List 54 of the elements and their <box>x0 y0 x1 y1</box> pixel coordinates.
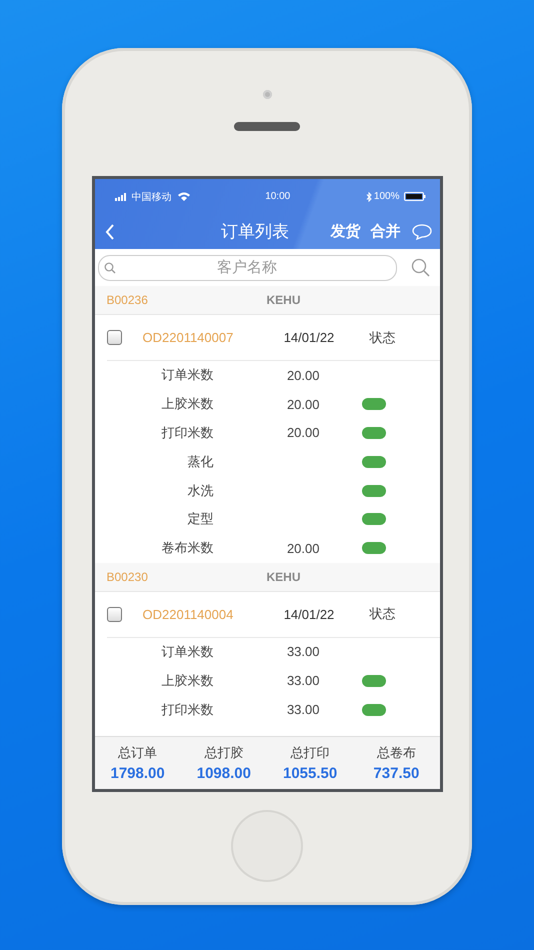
signal-icon <box>114 192 128 200</box>
camera-icon <box>262 90 272 99</box>
metric-label: 上胶米数 <box>160 672 214 690</box>
total-value: 737.50 <box>373 765 420 782</box>
total-value: 1098.00 <box>196 765 251 782</box>
status-heading: 状态 <box>370 328 396 346</box>
metric-label: 打印米数 <box>160 424 214 442</box>
total-value: 1798.00 <box>110 765 165 782</box>
battery-percent: 100% <box>374 191 400 202</box>
back-icon[interactable] <box>104 224 114 240</box>
action-button[interactable]: 合并 <box>366 222 406 241</box>
search-icon[interactable] <box>410 258 430 277</box>
metric-label: 上胶米数 <box>160 395 214 414</box>
metric-label: 订单米数 <box>160 366 214 384</box>
wifi-icon <box>178 192 190 201</box>
clock-time: 10:00 <box>264 191 292 202</box>
metric-value: 33.00 <box>286 673 320 688</box>
search-icon <box>104 262 116 274</box>
total-label: 总卷布 <box>376 744 416 762</box>
metric-label: 卷布米数 <box>160 539 214 558</box>
metric-value: 20.00 <box>286 540 320 556</box>
total-label: 总打印 <box>290 744 330 762</box>
metric-label: 打印米数 <box>160 700 214 719</box>
search-field[interactable]: 客户名称 <box>98 254 396 280</box>
group-code: B00230 <box>106 570 149 584</box>
bluetooth-icon <box>366 192 372 202</box>
speaker-grille <box>234 122 300 131</box>
carrier-label: 中国移动 <box>132 190 172 204</box>
metric-value: 20.00 <box>286 396 320 412</box>
metric-value: 20.00 <box>286 368 320 383</box>
total-label: 总订单 <box>118 744 158 762</box>
metric-label: 订单米数 <box>160 642 214 661</box>
checkbox[interactable] <box>106 606 122 622</box>
battery-icon <box>404 192 426 201</box>
chat-bubble-icon[interactable] <box>412 224 432 240</box>
metric-label: 定型 <box>186 510 214 528</box>
metric-label: 蒸化 <box>186 452 214 471</box>
metric-label: 水洗 <box>186 482 214 500</box>
metric-value: 20.00 <box>286 425 320 440</box>
action-button[interactable]: 发货 <box>326 222 366 241</box>
metric-value: 33.00 <box>286 702 320 718</box>
total-label: 总打胶 <box>204 744 244 762</box>
order-number[interactable]: OD2201140007 <box>142 330 262 345</box>
customer-name: KEHU <box>266 570 301 584</box>
order-date: 14/01/22 <box>282 606 336 622</box>
group-code: B00236 <box>106 293 149 307</box>
order-number[interactable]: OD2201140004 <box>142 606 262 622</box>
metric-value: 33.00 <box>286 644 320 660</box>
screen-title: 订单列表 <box>220 221 290 243</box>
status-heading: 状态 <box>370 605 396 624</box>
total-value: 1055.50 <box>283 765 338 782</box>
checkbox[interactable] <box>106 330 122 345</box>
order-date: 14/01/22 <box>282 330 336 345</box>
customer-name: KEHU <box>266 293 301 307</box>
